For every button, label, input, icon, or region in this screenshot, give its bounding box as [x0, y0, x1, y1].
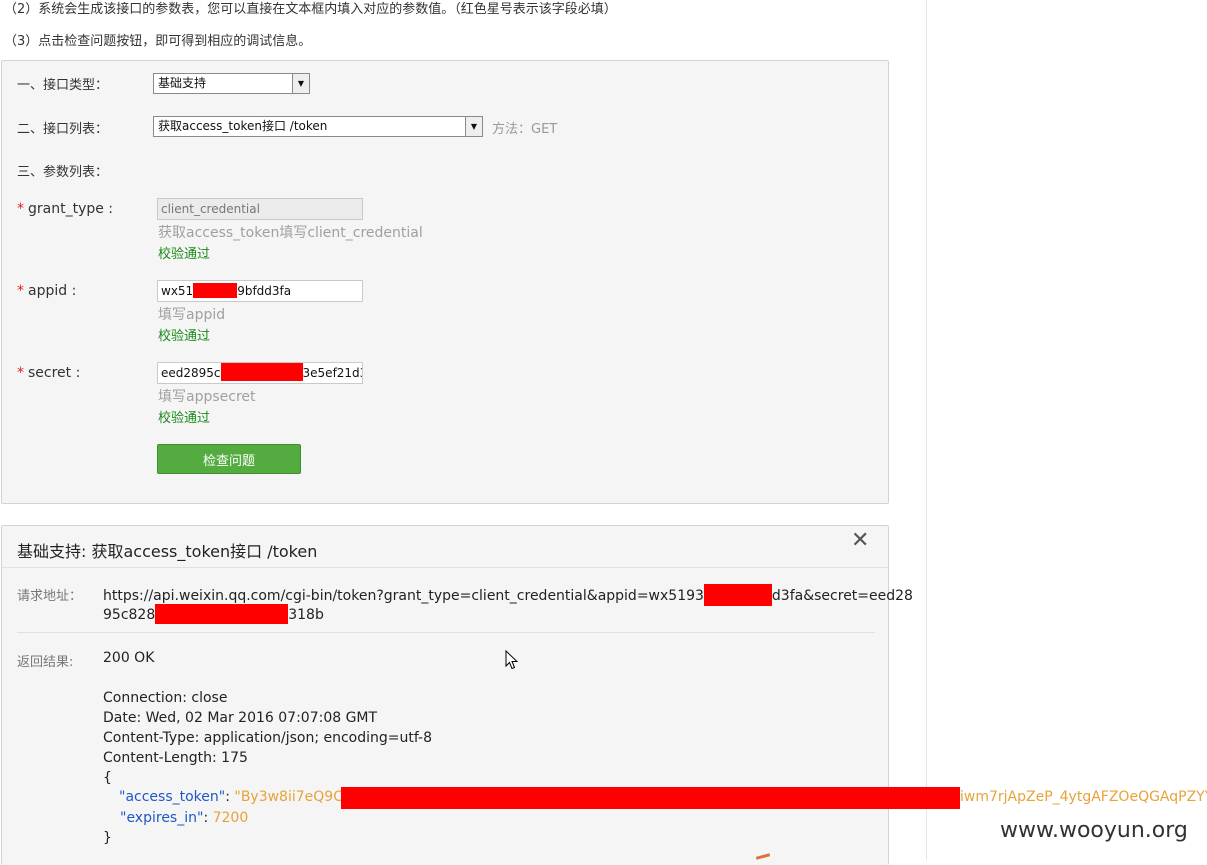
appid-hint: 填写appid — [158, 307, 226, 323]
appid-status: 校验通过 — [158, 329, 211, 344]
instruction-step-2: （2）系统会生成该接口的参数表，您可以直接在文本框内填入对应的参数值。（红色星号… — [4, 2, 617, 17]
interface-list-label: 二、接口列表： — [17, 122, 109, 137]
response-header: Connection: close — [103, 690, 228, 706]
divider — [2, 567, 888, 568]
page-divider — [926, 0, 927, 860]
watermark: www.wooyun.org — [1000, 818, 1188, 843]
interface-type-label: 一、接口类型： — [17, 78, 109, 93]
redaction-block — [220, 363, 303, 381]
response-header: Content-Length: 175 — [103, 750, 248, 766]
appid-label: * appid : — [17, 283, 77, 299]
secret-hint: 填写appsecret — [158, 389, 256, 405]
secret-label: * secret : — [17, 365, 81, 381]
grant-type-status: 校验通过 — [158, 247, 211, 262]
chevron-down-icon: ▼ — [292, 74, 309, 93]
result-title: 基础支持: 获取access_token接口 /token — [17, 542, 318, 561]
interface-type-select[interactable]: 基础支持 ▼ — [153, 73, 310, 94]
return-result-label: 返回结果: — [17, 655, 74, 670]
debug-form-panel: 一、接口类型： 基础支持 ▼ 二、接口列表： 获取access_token接口 … — [1, 60, 889, 504]
response-header: Content-Type: application/json; encoding… — [103, 730, 432, 746]
json-open-brace: { — [103, 770, 112, 786]
redaction-block — [703, 584, 772, 606]
mouse-pointer-icon — [505, 650, 519, 670]
divider — [17, 632, 875, 633]
check-problem-button[interactable]: 检查问题 — [157, 444, 301, 474]
json-close-brace: } — [103, 830, 112, 846]
grant-type-label: * grant_type : — [17, 201, 114, 217]
chevron-down-icon: ▼ — [465, 117, 482, 136]
request-url-label: 请求地址： — [17, 589, 83, 604]
secret-status: 校验通过 — [158, 411, 211, 426]
appid-input[interactable]: wx51 9bfdd3fa — [157, 280, 363, 302]
request-url-line-1: https://api.weixin.qq.com/cgi-bin/token?… — [103, 584, 913, 606]
interface-list-value: 获取access_token接口 /token — [158, 119, 328, 133]
required-mark: * — [17, 201, 24, 217]
grant-type-input[interactable]: client_credential — [157, 198, 363, 220]
params-label: 三、参数列表： — [17, 165, 109, 180]
grant-type-hint: 获取access_token填写client_credential — [158, 225, 423, 241]
redaction-block — [341, 787, 960, 809]
result-panel: 基础支持: 获取access_token接口 /token ✕ 请求地址： ht… — [1, 525, 913, 865]
json-expires-in: "expires_in": 7200 — [120, 810, 249, 826]
required-mark: * — [17, 283, 24, 299]
required-mark: * — [17, 365, 24, 381]
close-icon[interactable]: ✕ — [851, 528, 869, 553]
interface-type-value: 基础支持 — [158, 76, 207, 90]
secret-input[interactable]: eed2895c 3e5ef21d3 — [157, 362, 363, 384]
redaction-block — [155, 604, 289, 624]
redaction-block — [193, 283, 238, 298]
method-text: 方法：GET — [492, 122, 558, 137]
json-access-token-tail: iwm7rjApZeP_4ytgAFZOeQGAqPZYYI — [960, 789, 1207, 805]
interface-list-select[interactable]: 获取access_token接口 /token ▼ — [153, 116, 483, 137]
request-url-line-2: 95c828 318b — [103, 604, 324, 624]
json-access-token: "access_token": "By3w8ii7eQ9COu — [119, 789, 363, 805]
instruction-step-3: （3）点击检查问题按钮，即可得到相应的调试信息。 — [4, 34, 312, 49]
response-header: Date: Wed, 02 Mar 2016 07:07:08 GMT — [103, 710, 378, 726]
response-status: 200 OK — [103, 650, 155, 666]
